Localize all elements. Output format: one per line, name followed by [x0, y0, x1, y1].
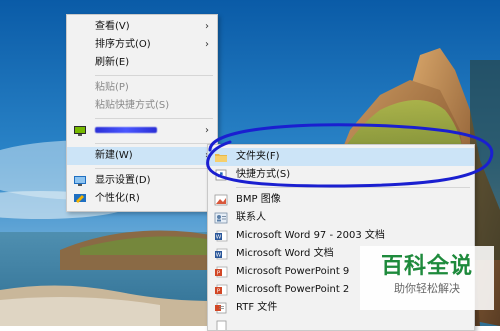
submenu-item-label: Microsoft PowerPoint 2 — [236, 284, 350, 295]
nvidia-icon — [73, 125, 87, 137]
chevron-right-icon: › — [205, 39, 209, 50]
menu-item-personalize[interactable]: 个性化(R) — [67, 190, 217, 208]
submenu-item-contact[interactable]: 联系人 — [208, 209, 474, 227]
rtf-icon — [214, 302, 228, 314]
menu-item-label: 刷新(E) — [95, 57, 130, 68]
word-icon: W — [214, 230, 228, 242]
submenu-item-text-document-partial[interactable] — [208, 317, 474, 330]
watermark-title: 百科全说 — [380, 254, 473, 279]
menu-item-label: 个性化(R) — [95, 193, 140, 204]
watermark-logo: 百科全说 助你轻松解决 — [360, 246, 494, 310]
submenu-item-folder[interactable]: 文件夹(F) — [208, 148, 474, 166]
chevron-right-icon: › — [205, 21, 209, 32]
menu-item-label: 粘贴快捷方式(S) — [95, 100, 170, 111]
menu-item-graphics-control-panel[interactable]: › — [67, 122, 217, 140]
menu-item-refresh[interactable]: 刷新(E) — [67, 54, 217, 72]
menu-separator — [95, 118, 213, 119]
svg-text:W: W — [216, 253, 222, 259]
submenu-item-label: Microsoft Word 97 - 2003 文档 — [236, 230, 385, 241]
menu-item-label: 新建(W) — [95, 150, 133, 161]
submenu-item-label: BMP 图像 — [236, 194, 281, 205]
submenu-item-label: RTF 文件 — [236, 302, 278, 313]
menu-item-label: 排序方式(O) — [95, 39, 151, 50]
submenu-item-word-97-2003[interactable]: W Microsoft Word 97 - 2003 文档 — [208, 227, 474, 245]
watermark-subtitle: 助你轻松解决 — [394, 282, 460, 295]
menu-separator — [95, 168, 213, 169]
powerpoint-icon: P — [214, 284, 228, 296]
menu-item-label: 查看(V) — [95, 21, 130, 32]
menu-separator — [95, 75, 213, 76]
menu-item-paste: 粘贴(P) — [67, 79, 217, 97]
menu-item-display-settings[interactable]: 显示设置(D) — [67, 172, 217, 190]
submenu-item-shortcut[interactable]: 快捷方式(S) — [208, 166, 474, 184]
submenu-item-label: 文件夹(F) — [236, 151, 280, 162]
menu-item-label: 粘贴(P) — [95, 82, 129, 93]
menu-item-view[interactable]: 查看(V) › — [67, 18, 217, 36]
menu-item-sort-by[interactable]: 排序方式(O) › — [67, 36, 217, 54]
redacted-label — [95, 127, 157, 133]
contact-icon — [214, 212, 228, 224]
display-settings-icon — [73, 175, 87, 187]
submenu-item-label: Microsoft Word 文档 — [236, 248, 334, 259]
menu-item-label: 显示设置(D) — [95, 175, 151, 186]
menu-item-paste-shortcut: 粘贴快捷方式(S) — [67, 97, 217, 115]
powerpoint-icon: P — [214, 266, 228, 278]
menu-separator — [95, 143, 213, 144]
chevron-right-icon: › — [205, 125, 209, 136]
submenu-item-bmp-image[interactable]: BMP 图像 — [208, 191, 474, 209]
submenu-item-label: 联系人 — [236, 212, 266, 223]
desktop-context-menu: 查看(V) › 排序方式(O) › 刷新(E) 粘贴(P) 粘贴快捷方式(S) … — [66, 14, 218, 212]
personalize-icon — [73, 193, 87, 205]
submenu-item-label: Microsoft PowerPoint 9 — [236, 266, 350, 277]
svg-text:W: W — [216, 235, 222, 241]
submenu-item-label: 快捷方式(S) — [236, 169, 291, 180]
menu-item-new[interactable]: 新建(W) › — [67, 147, 217, 165]
menu-separator — [236, 187, 470, 188]
folder-icon — [214, 151, 228, 163]
shortcut-icon — [214, 169, 228, 181]
word-icon: W — [214, 248, 228, 260]
bmp-image-icon — [214, 194, 228, 206]
